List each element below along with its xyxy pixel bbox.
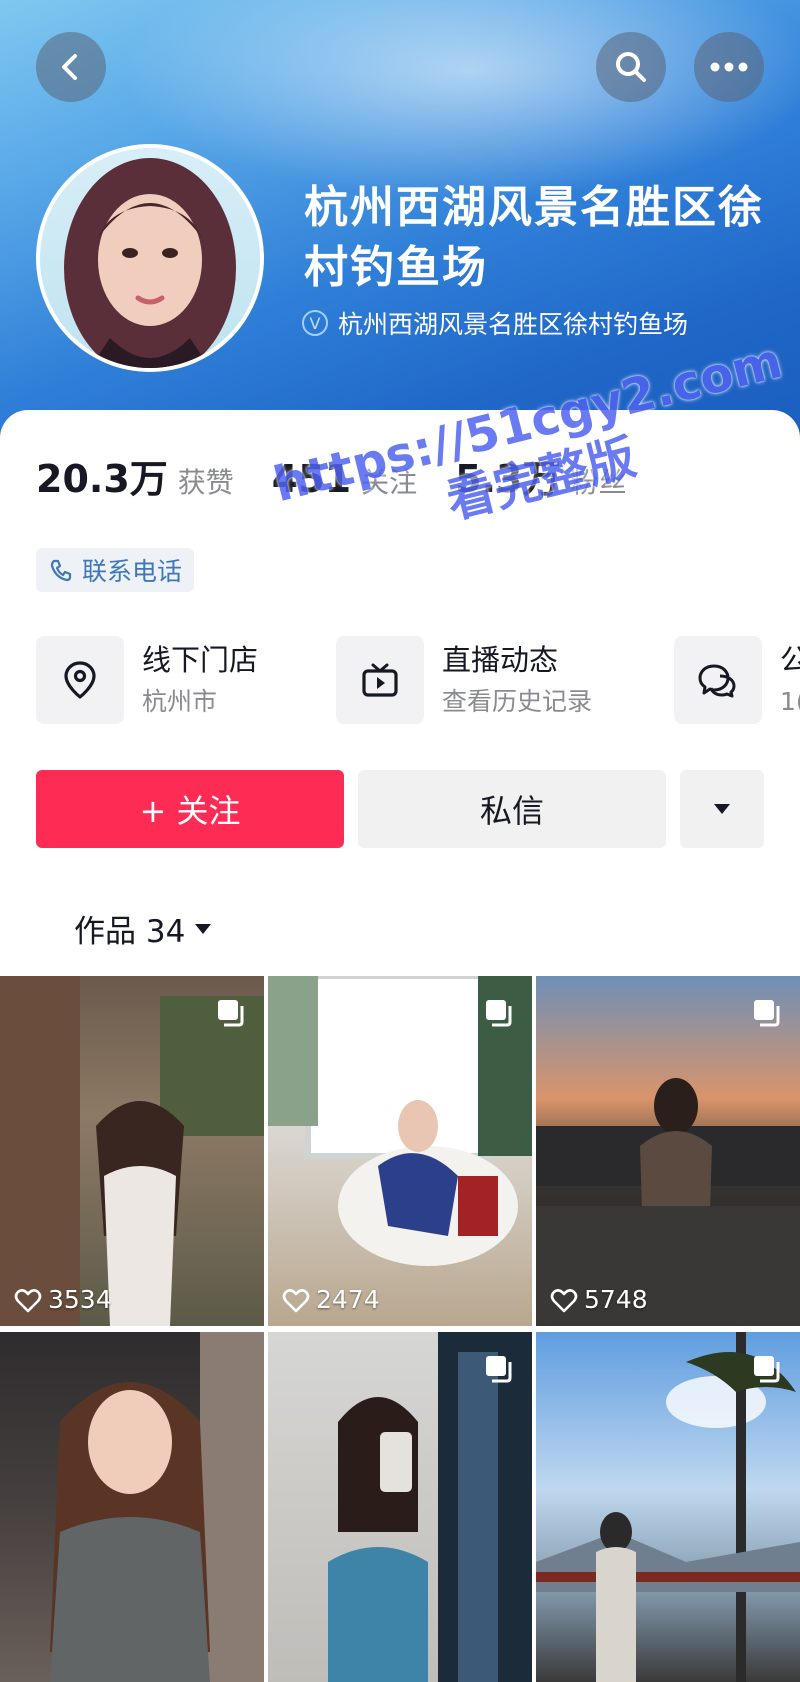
service-title: 直播动态 <box>442 643 559 677</box>
work-thumbnail[interactable] <box>268 1332 532 1682</box>
stats-row: 20.3万 获赞 451 关注 5.3万 粉丝 <box>36 448 664 503</box>
more-options-button[interactable] <box>694 32 764 102</box>
multi-photo-icon <box>486 1000 512 1027</box>
stat-value: 5.3万 <box>455 457 561 501</box>
avatar[interactable] <box>36 144 264 372</box>
stat-label: 获赞 <box>177 466 234 499</box>
follow-button[interactable]: + 关注 <box>36 770 344 848</box>
photo-illustration <box>536 1332 800 1682</box>
stat-value: 20.3万 <box>36 457 168 501</box>
caret-down-icon <box>714 804 730 814</box>
service-live[interactable]: 直播动态 查看历史记录 <box>336 636 592 724</box>
verified-row: V 杭州西湖风景名胜区徐村钓鱼场 <box>302 305 688 341</box>
work-thumbnail[interactable]: 3534 <box>0 976 264 1326</box>
search-button[interactable] <box>596 32 666 102</box>
avatar-image <box>40 148 260 368</box>
service-offline-store[interactable]: 线下门店 杭州市 <box>36 636 258 724</box>
work-thumbnail[interactable] <box>0 1332 264 1682</box>
photo-illustration <box>536 1078 800 1326</box>
stat-label: 粉丝 <box>570 466 627 499</box>
chat-icon <box>674 636 762 724</box>
contact-label: 联系电话 <box>82 557 183 586</box>
profile-name: 杭州西湖风景名胜区徐村钓鱼场 <box>304 182 764 293</box>
message-button[interactable]: 私信 <box>358 770 666 848</box>
like-count: 2474 <box>282 1285 380 1314</box>
tab-works-label: 作品 34 <box>74 914 186 950</box>
service-subtitle: 查看历史记录 <box>442 687 593 716</box>
stat-value: 451 <box>271 457 352 501</box>
verified-text: 杭州西湖风景名胜区徐村钓鱼场 <box>338 310 689 339</box>
work-thumbnail[interactable]: 2474 <box>268 976 532 1326</box>
like-count-value: 3534 <box>48 1285 112 1314</box>
multi-photo-icon <box>754 1356 780 1383</box>
stat-likes[interactable]: 20.3万 获赞 <box>36 448 234 503</box>
photo-illustration <box>328 1332 532 1682</box>
works-grid: 3534 2474 5748 <box>0 976 800 1682</box>
verified-badge-icon: V <box>302 310 328 336</box>
service-title: 线下门店 <box>142 643 259 677</box>
tab-works[interactable]: 作品 34 <box>74 906 213 951</box>
photo-illustration <box>268 976 532 1266</box>
avatar-portrait-icon <box>64 158 236 368</box>
chevron-left-icon <box>62 54 77 80</box>
phone-icon <box>50 559 72 582</box>
work-thumbnail[interactable]: 5748 <box>536 976 800 1326</box>
service-subtitle: 1( <box>780 687 800 716</box>
heart-icon <box>282 1288 310 1312</box>
contact-phone-tag[interactable]: 联系电话 <box>36 548 195 592</box>
back-button[interactable] <box>36 32 106 102</box>
service-title: 公 <box>780 643 800 677</box>
multi-photo-icon <box>218 1000 244 1027</box>
multi-photo-icon <box>754 1000 780 1027</box>
like-count: 3534 <box>14 1285 112 1314</box>
search-icon <box>616 52 646 82</box>
work-thumbnail[interactable] <box>536 1332 800 1682</box>
service-group-chat[interactable]: 公 1( <box>674 636 800 724</box>
stat-label: 关注 <box>361 466 418 499</box>
heart-icon <box>550 1288 578 1312</box>
more-dots-icon <box>710 62 748 72</box>
location-icon <box>36 636 124 724</box>
multi-photo-icon <box>486 1356 512 1383</box>
photo-illustration <box>0 976 264 1326</box>
service-subtitle: 杭州市 <box>142 687 218 716</box>
recommend-dropdown-button[interactable] <box>680 770 764 848</box>
like-count: 5748 <box>550 1285 648 1314</box>
stat-followers[interactable]: 5.3万 粉丝 <box>455 448 626 503</box>
stat-following[interactable]: 451 关注 <box>272 457 417 501</box>
tv-live-icon <box>336 636 424 724</box>
heart-icon <box>14 1288 42 1312</box>
like-count-value: 2474 <box>316 1285 380 1314</box>
photo-illustration <box>50 1332 264 1682</box>
like-count-value: 5748 <box>584 1285 648 1314</box>
caret-down-icon <box>195 923 212 934</box>
